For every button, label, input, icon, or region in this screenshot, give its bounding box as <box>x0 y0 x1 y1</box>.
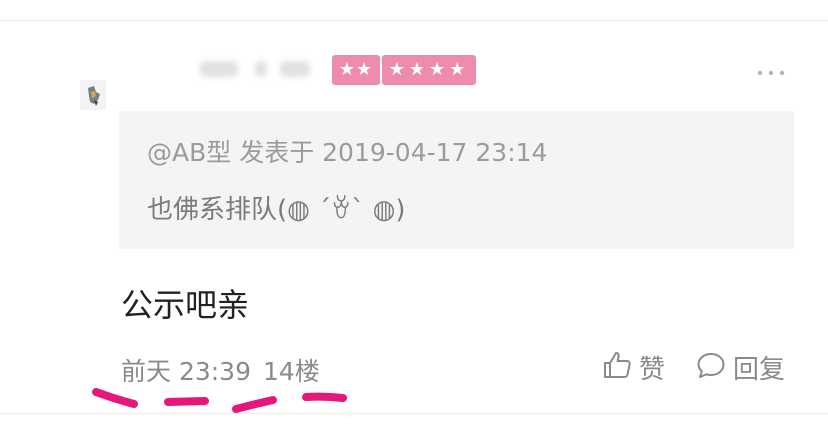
thumbs-up-icon <box>601 349 633 385</box>
post-time: 前天 23:39 <box>121 357 251 386</box>
username-blurred <box>200 52 335 86</box>
more-icon[interactable] <box>754 58 788 88</box>
floor-number: 14楼 <box>263 357 320 386</box>
annotation-mark <box>232 396 277 413</box>
like-label: 赞 <box>639 354 666 385</box>
avatar[interactable] <box>80 80 106 110</box>
reply-button[interactable]: 回复 <box>695 349 785 385</box>
post-meta: 前天 23:39 14楼 <box>121 352 320 388</box>
like-button[interactable]: 赞 <box>601 349 665 385</box>
level-badge-left: ★★ <box>332 55 380 85</box>
bottom-divider <box>0 413 828 414</box>
comment-bubble-icon <box>695 349 727 385</box>
quote-text: 也佛系排队(◍ ´ꈊ` ◍) <box>147 195 406 225</box>
quoted-reply[interactable]: @AB型 发表于 2019-04-17 23:14 也佛系排队(◍ ´ꈊ` ◍) <box>119 111 794 249</box>
comment-text: 公示吧亲 <box>121 286 250 324</box>
reply-label: 回复 <box>733 354 786 385</box>
top-divider <box>0 20 828 21</box>
level-badge-right: ★★★★ <box>382 55 476 85</box>
quote-meta: @AB型 发表于 2019-04-17 23:14 <box>147 138 548 167</box>
annotation-mark <box>164 397 209 406</box>
annotation-mark <box>92 388 138 408</box>
annotation-mark <box>302 392 347 402</box>
